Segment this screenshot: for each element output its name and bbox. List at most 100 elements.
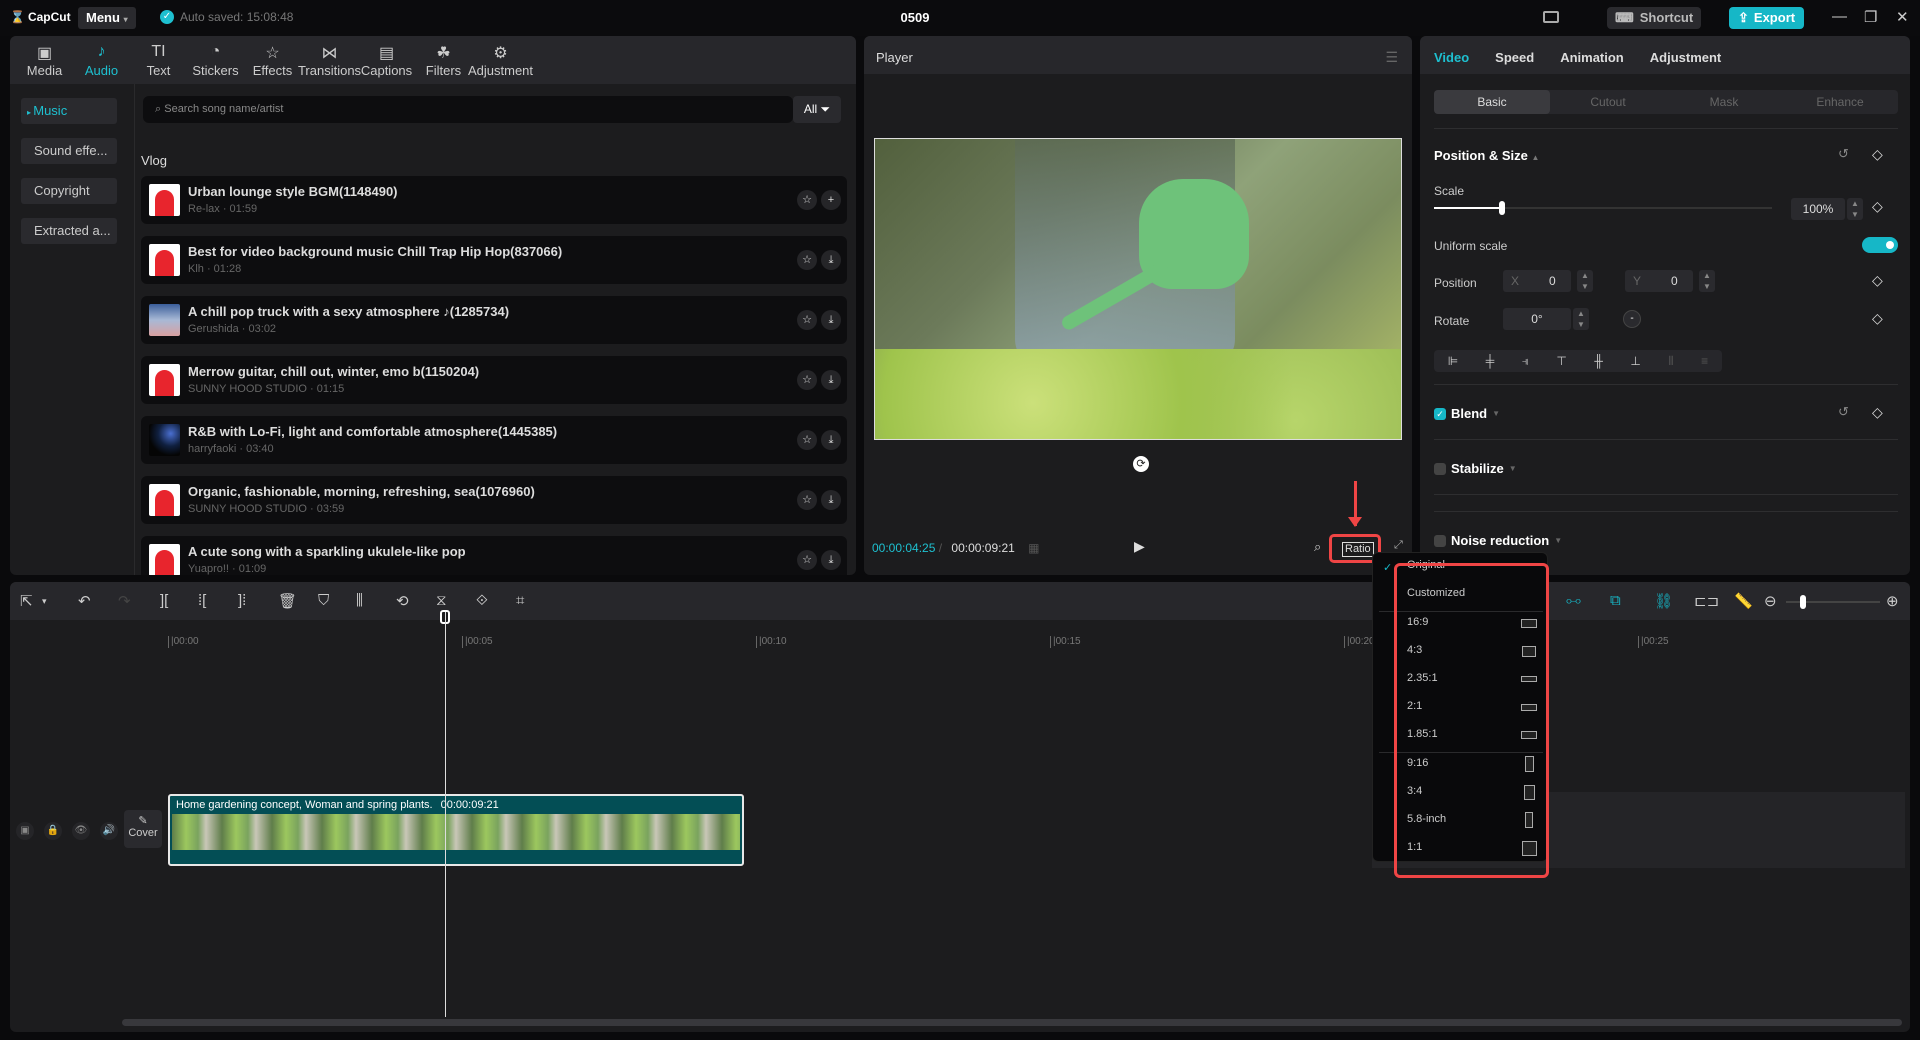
- song-item[interactable]: A cute song with a sparkling ukulele-lik…: [141, 536, 847, 575]
- cover-button[interactable]: ✎ Cover: [124, 810, 162, 848]
- song-item[interactable]: Organic, fashionable, morning, refreshin…: [141, 476, 847, 524]
- audio-icon[interactable]: 🔊: [100, 822, 118, 840]
- song-item[interactable]: A chill pop truck with a sexy atmosphere…: [141, 296, 847, 344]
- position-y-stepper[interactable]: ▲ ▼: [1699, 270, 1715, 292]
- tab-filters[interactable]: ☘ Filters: [415, 36, 472, 84]
- align-right-icon[interactable]: ⫣: [1522, 354, 1529, 369]
- download-icon[interactable]: ⤓: [821, 370, 841, 390]
- category-item[interactable]: Copyright: [21, 178, 117, 204]
- rotate-icon[interactable]: ⟳: [1133, 456, 1149, 472]
- scale-slider-handle[interactable]: [1498, 201, 1505, 215]
- reset-icon[interactable]: ↺: [1838, 404, 1849, 420]
- tab-speed[interactable]: Speed: [1495, 50, 1534, 65]
- position-y-input[interactable]: Y0: [1625, 270, 1693, 292]
- zoom-slider[interactable]: [1786, 595, 1880, 609]
- tab-video[interactable]: Video: [1434, 50, 1469, 65]
- favorite-star-icon[interactable]: ☆: [797, 250, 817, 270]
- scale-stepper[interactable]: ▲ ▼: [1847, 198, 1863, 220]
- timeline-scrollbar[interactable]: [122, 1019, 1902, 1026]
- zoom-in-icon[interactable]: ⊕: [1886, 592, 1899, 610]
- split-right-icon[interactable]: ]⁞: [238, 592, 246, 609]
- favorite-star-icon[interactable]: ☆: [797, 310, 817, 330]
- category-item[interactable]: Extracted a...: [21, 218, 117, 244]
- add-icon[interactable]: +: [821, 190, 841, 210]
- fullscreen-icon[interactable]: ⤢: [1394, 539, 1403, 552]
- restore-icon[interactable]: ❐: [1864, 8, 1877, 26]
- download-icon[interactable]: ⤓: [821, 310, 841, 330]
- align-top-icon[interactable]: ⊤: [1556, 354, 1566, 368]
- video-clip[interactable]: Home gardening concept, Woman and spring…: [168, 794, 744, 866]
- song-search-input[interactable]: ⌕ Search song name/artist: [143, 96, 793, 123]
- align-bottom-icon[interactable]: ⊥: [1630, 354, 1640, 368]
- download-icon[interactable]: ⤓: [821, 550, 841, 570]
- zoom-out-icon[interactable]: ⊖: [1764, 592, 1777, 610]
- rotate-dial[interactable]: -: [1623, 310, 1641, 328]
- tab-effects[interactable]: ☆ Effects: [244, 36, 301, 84]
- main-track-magnet-icon[interactable]: ⧟: [1566, 592, 1581, 609]
- mask-icon[interactable]: ⛉: [318, 592, 329, 609]
- keyframe-icon[interactable]: ◇: [1872, 272, 1883, 289]
- noise-reduction-checkbox[interactable]: [1434, 534, 1446, 547]
- zoom-slider-handle[interactable]: [1800, 595, 1806, 609]
- subtab-mask[interactable]: Mask: [1666, 90, 1782, 114]
- tab-text[interactable]: TI Text: [130, 36, 187, 84]
- distribute-v-icon[interactable]: ≡: [1701, 354, 1708, 368]
- song-item[interactable]: R&B with Lo-Fi, light and comfortable at…: [141, 416, 847, 464]
- subtab-cutout[interactable]: Cutout: [1550, 90, 1666, 114]
- auto-snap-icon[interactable]: ⧉: [1610, 592, 1621, 609]
- keyframe-icon[interactable]: ◇: [1872, 146, 1883, 163]
- minimize-icon[interactable]: —: [1832, 8, 1847, 25]
- tab-audio[interactable]: ♪ Audio: [73, 36, 130, 84]
- close-icon[interactable]: ✕: [1896, 8, 1909, 26]
- linkage-icon[interactable]: ⛓: [1654, 592, 1673, 610]
- keyframe-icon[interactable]: ◇: [1872, 198, 1883, 215]
- category-item[interactable]: ▸ Music: [21, 98, 117, 124]
- rotate-input[interactable]: 0°: [1503, 308, 1571, 330]
- align-center-h-icon[interactable]: ╪: [1486, 354, 1495, 368]
- uniform-scale-toggle[interactable]: [1862, 237, 1898, 253]
- blend-section[interactable]: ✓ Blend ▼: [1434, 406, 1500, 421]
- redo-icon[interactable]: ↷: [118, 592, 131, 610]
- reset-icon[interactable]: ↺: [1838, 146, 1849, 162]
- scale-slider[interactable]: [1434, 201, 1772, 215]
- align-center-v-icon[interactable]: ╫: [1594, 354, 1603, 368]
- favorite-star-icon[interactable]: ☆: [797, 190, 817, 210]
- tab-media[interactable]: ▣ Media: [16, 36, 73, 84]
- song-item[interactable]: Best for video background music Chill Tr…: [141, 236, 847, 284]
- blend-checkbox[interactable]: ✓: [1434, 407, 1446, 420]
- tab-stickers[interactable]: ◔ Stickers: [187, 36, 244, 84]
- ruler-icon[interactable]: 📏: [1734, 592, 1753, 610]
- freeze-icon[interactable]: ⫼: [356, 592, 363, 609]
- rotate-stepper[interactable]: ▲ ▼: [1573, 308, 1589, 330]
- hamburger-icon[interactable]: ☰: [1385, 49, 1398, 66]
- keyframe-icon[interactable]: ◇: [1872, 404, 1883, 421]
- subtab-basic[interactable]: Basic: [1434, 90, 1550, 114]
- rotate-clip-icon[interactable]: ⟐: [476, 592, 488, 609]
- track-cover-icon[interactable]: ▣: [16, 822, 34, 840]
- tab-animation[interactable]: Animation: [1560, 50, 1624, 65]
- favorite-star-icon[interactable]: ☆: [797, 430, 817, 450]
- position-x-input[interactable]: X0: [1503, 270, 1571, 292]
- noise-reduction-section[interactable]: Noise reduction ▼: [1434, 533, 1562, 548]
- favorite-star-icon[interactable]: ☆: [797, 370, 817, 390]
- eye-icon[interactable]: 👁: [72, 822, 90, 840]
- tab-adjustment[interactable]: Adjustment: [1650, 50, 1722, 65]
- undo-icon[interactable]: ↶: [78, 592, 91, 610]
- zoom-fit-icon[interactable]: ⌕: [1314, 539, 1321, 555]
- split-icon[interactable]: ][: [160, 592, 168, 609]
- song-item[interactable]: Urban lounge style BGM(1148490) Re-lax ·…: [141, 176, 847, 224]
- mirror-icon[interactable]: ⧖: [436, 592, 447, 609]
- play-button[interactable]: ▶: [1134, 538, 1145, 555]
- lock-icon[interactable]: 🔒: [44, 822, 62, 840]
- song-item[interactable]: Merrow guitar, chill out, winter, emo b(…: [141, 356, 847, 404]
- split-left-icon[interactable]: ⁞[: [198, 592, 206, 609]
- tab-adjustment[interactable]: ⚙ Adjustment: [468, 36, 533, 84]
- ratio-button[interactable]: Ratio: [1342, 542, 1374, 557]
- download-icon[interactable]: ⤓: [821, 250, 841, 270]
- download-icon[interactable]: ⤓: [821, 490, 841, 510]
- download-icon[interactable]: ⤓: [821, 430, 841, 450]
- keyframe-icon[interactable]: ◇: [1872, 310, 1883, 327]
- favorite-star-icon[interactable]: ☆: [797, 490, 817, 510]
- shortcut-button[interactable]: ⌨ Shortcut: [1607, 7, 1702, 29]
- position-size-title[interactable]: Position & Size ▲: [1434, 148, 1539, 163]
